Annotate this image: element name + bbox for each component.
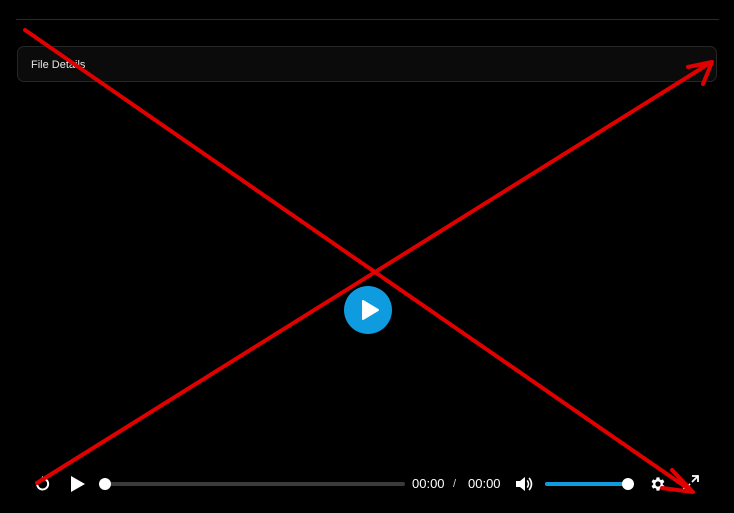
current-time: 00:00 bbox=[412, 476, 445, 491]
replay-icon bbox=[36, 476, 50, 491]
replay-button[interactable] bbox=[33, 475, 51, 493]
big-play-icon bbox=[362, 300, 379, 320]
settings-button[interactable] bbox=[649, 475, 667, 493]
file-details-panel[interactable]: File Details bbox=[17, 46, 717, 82]
gear-icon bbox=[651, 477, 665, 491]
time-separator: / bbox=[453, 478, 457, 490]
player-controls: 00:00 / 00:00 bbox=[0, 466, 734, 502]
duration-time: 00:00 bbox=[468, 476, 501, 491]
big-play-button[interactable] bbox=[344, 286, 392, 334]
top-divider bbox=[16, 19, 719, 20]
progress-handle[interactable] bbox=[99, 478, 111, 490]
file-details-label: File Details bbox=[31, 59, 86, 71]
progress-slider[interactable] bbox=[99, 478, 405, 490]
volume-slider[interactable] bbox=[545, 478, 634, 490]
fullscreen-button[interactable] bbox=[682, 474, 700, 492]
volume-fill bbox=[545, 482, 629, 486]
volume-handle[interactable] bbox=[622, 478, 634, 490]
video-stage[interactable] bbox=[0, 96, 734, 456]
play-icon bbox=[71, 476, 85, 492]
mute-button[interactable] bbox=[514, 474, 534, 494]
play-button[interactable] bbox=[67, 474, 87, 494]
expand-icon bbox=[683, 475, 699, 491]
volume-icon bbox=[516, 477, 533, 491]
